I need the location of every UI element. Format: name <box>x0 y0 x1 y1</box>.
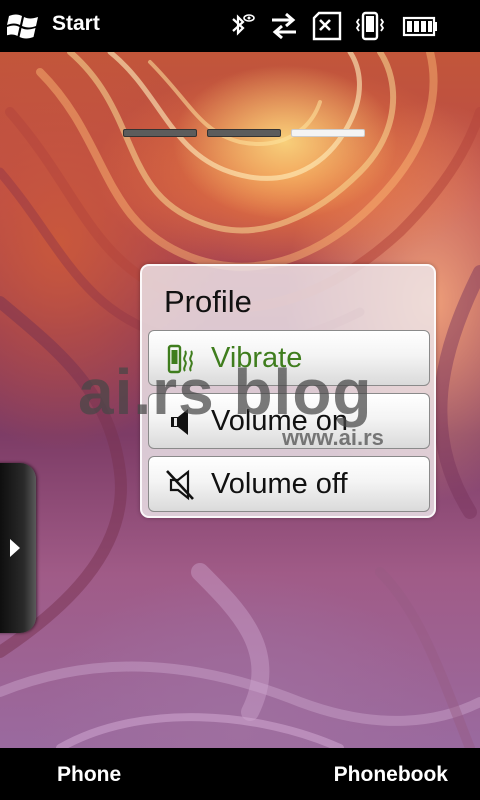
start-label: Start <box>52 12 100 35</box>
page-dot-1[interactable] <box>123 129 197 137</box>
phone-softkey[interactable]: Phone <box>57 763 121 787</box>
speaker-muted-icon <box>166 469 194 501</box>
profile-title: Profile <box>164 284 252 319</box>
watermark-url: www.ai.rs <box>282 425 384 450</box>
volume-off-button[interactable]: Volume off <box>148 456 430 512</box>
watermark-text: ai.rs blog <box>78 356 373 428</box>
status-bar: Start <box>0 0 480 52</box>
phonebook-softkey[interactable]: Phonebook <box>334 763 448 787</box>
page-dot-3-active[interactable] <box>291 129 365 137</box>
windows-logo-icon <box>7 14 38 39</box>
bluetooth-icon[interactable] <box>226 10 258 42</box>
page-dot-2[interactable] <box>207 129 281 137</box>
chevron-right-icon <box>10 539 20 557</box>
no-sim-icon[interactable] <box>310 10 344 42</box>
page-indicator <box>123 129 365 137</box>
data-connection-icon[interactable] <box>268 10 300 42</box>
side-panel-tab[interactable] <box>0 463 36 633</box>
softkey-bar: Phone Phonebook <box>0 748 480 800</box>
vibrate-mode-icon[interactable] <box>354 10 386 42</box>
volume-off-label: Volume off <box>211 468 348 500</box>
start-button[interactable]: Start <box>0 0 140 52</box>
battery-icon[interactable] <box>402 10 438 42</box>
